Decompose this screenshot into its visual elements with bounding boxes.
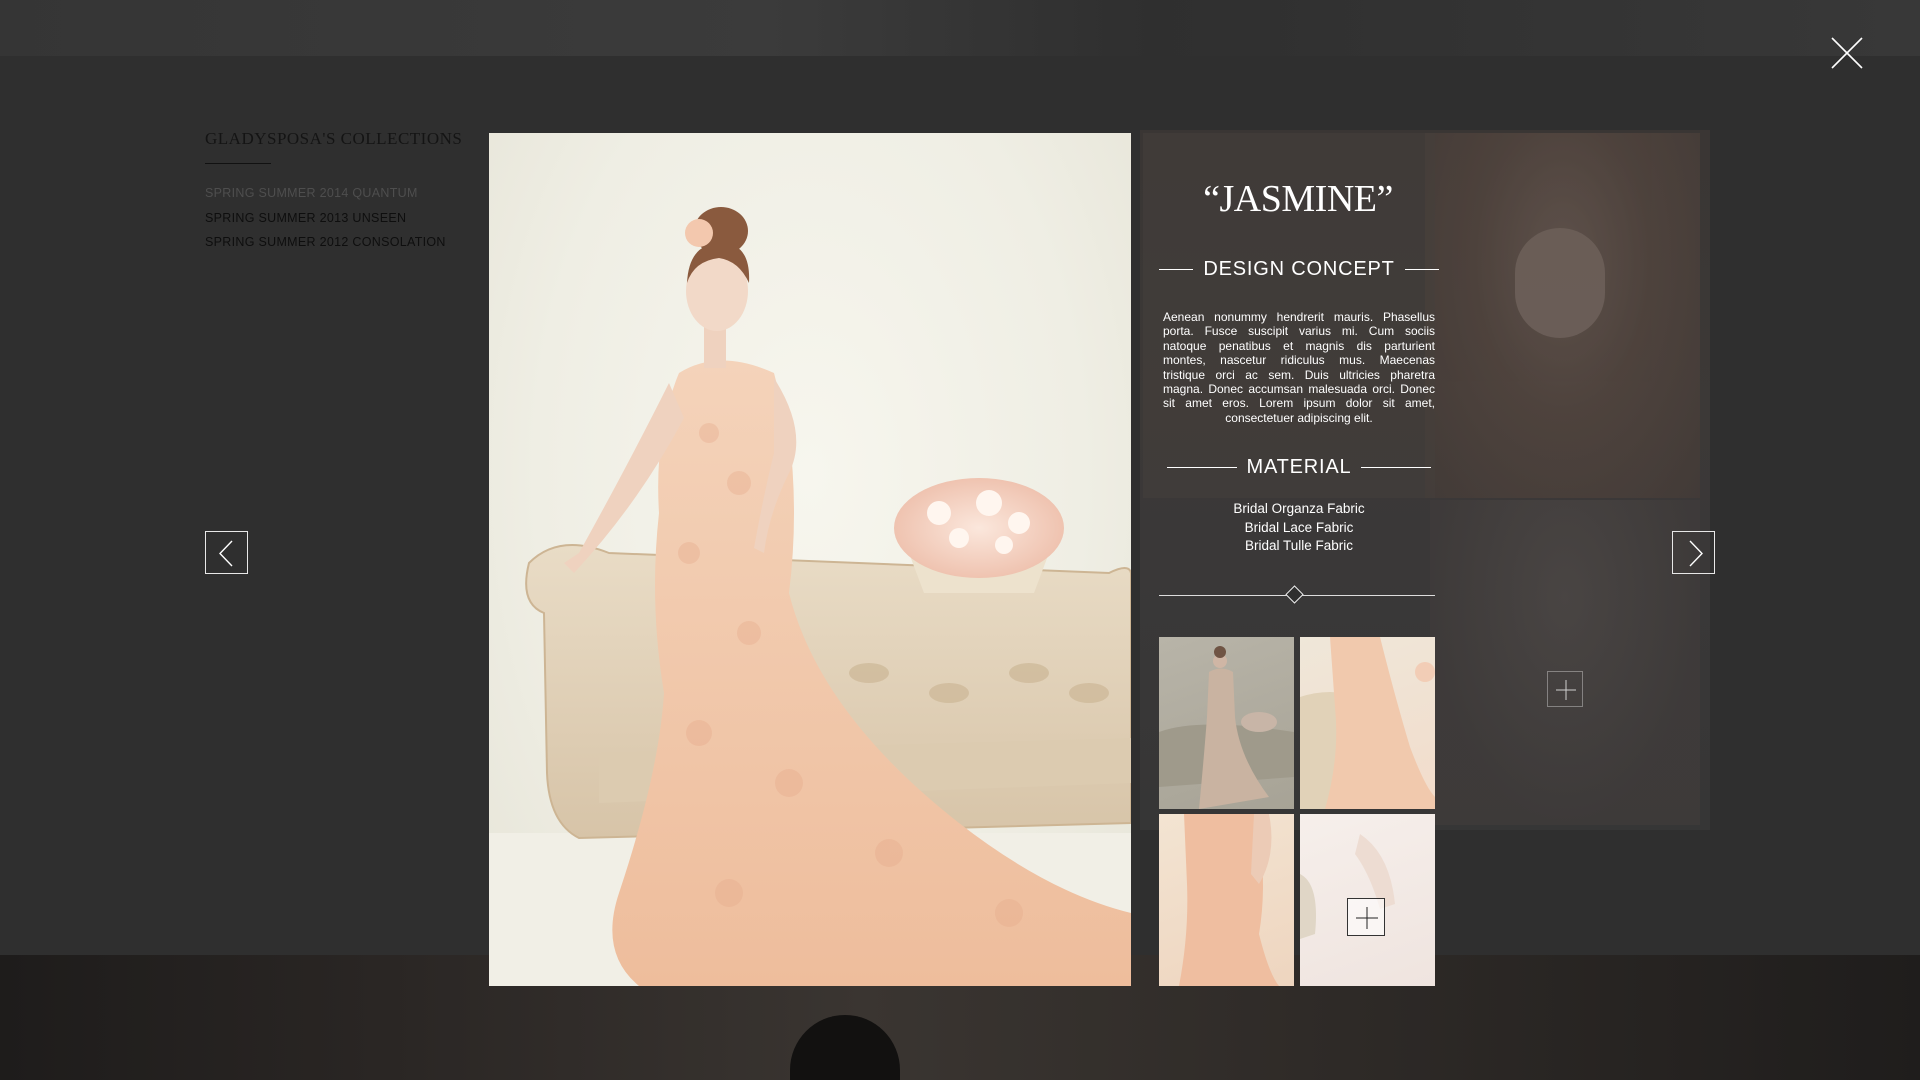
design-concept-heading: DESIGN CONCEPT bbox=[1159, 258, 1439, 281]
thumbnail-2[interactable] bbox=[1300, 637, 1435, 809]
background-plus-icon bbox=[1547, 671, 1583, 707]
material-heading: MATERIAL bbox=[1163, 456, 1435, 479]
collection-item-2013[interactable]: SPRING SUMMER 2013 UNSEEN bbox=[205, 206, 446, 231]
heading-rule-right bbox=[1404, 268, 1439, 271]
heading-rule-right bbox=[1361, 466, 1432, 469]
plus-icon bbox=[1356, 907, 1378, 929]
background-top-strip bbox=[0, 0, 1920, 56]
material-item: Bridal Lace Fabric bbox=[1244, 519, 1354, 535]
expand-button[interactable] bbox=[1347, 898, 1385, 936]
design-concept-label: DESIGN CONCEPT bbox=[1203, 258, 1395, 280]
collection-item-2012[interactable]: SPRING SUMMER 2012 CONSOLATION bbox=[205, 230, 446, 255]
collections-title: GLADYSPOSA'S COLLECTIONS bbox=[205, 129, 463, 148]
chevron-left-icon bbox=[219, 540, 233, 567]
background-photo-girl bbox=[1425, 133, 1700, 498]
material-label: MATERIAL bbox=[1246, 456, 1352, 478]
previous-button[interactable] bbox=[205, 531, 248, 574]
thumbnail-4[interactable] bbox=[1300, 814, 1435, 986]
thumbnail-3[interactable] bbox=[1159, 814, 1294, 986]
close-button[interactable] bbox=[1830, 36, 1864, 70]
collection-item-2014[interactable]: SPRING SUMMER 2014 QUANTUM bbox=[205, 181, 446, 206]
heading-rule-left bbox=[1159, 268, 1194, 271]
collections-list: SPRING SUMMER 2014 QUANTUM SPRING SUMMER… bbox=[205, 181, 446, 255]
material-list: Bridal Organza Fabric Bridal Lace Fabric… bbox=[1163, 500, 1435, 556]
background-photo-girl-2 bbox=[1430, 500, 1700, 825]
close-icon bbox=[1831, 37, 1863, 69]
material-item: Bridal Organza Fabric bbox=[1233, 501, 1365, 516]
title-underline bbox=[205, 163, 271, 164]
chevron-right-icon bbox=[1689, 540, 1703, 567]
material-item: Bridal Tulle Fabric bbox=[1244, 538, 1354, 553]
heading-rule-left bbox=[1166, 466, 1237, 469]
design-concept-text: Aenean nonummy hendrerit mauris. Phasell… bbox=[1163, 310, 1435, 425]
next-button[interactable] bbox=[1672, 531, 1715, 574]
thumbnail-1[interactable] bbox=[1159, 637, 1294, 809]
dress-name: “JASMINE” bbox=[1203, 178, 1393, 220]
main-dress-photo bbox=[489, 133, 1131, 986]
